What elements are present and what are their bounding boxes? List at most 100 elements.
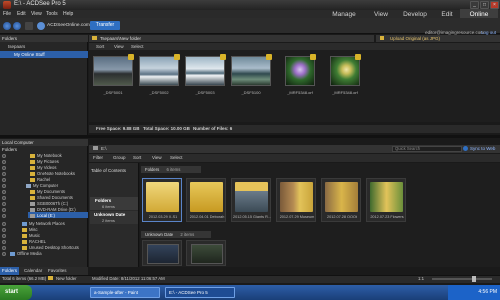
tree-item[interactable]: My Pictures: [30, 159, 59, 164]
tab-calendar[interactable]: Calendar: [24, 268, 42, 273]
folder-item[interactable]: 2012.05.15 Giants R...: [231, 178, 271, 222]
folder-icon: [30, 165, 35, 170]
folder-preview-icon: [280, 182, 313, 212]
tree-checkbox[interactable]: [2, 234, 6, 238]
tree-checkbox[interactable]: [2, 214, 6, 218]
online-select[interactable]: Select: [131, 44, 144, 49]
tree-checkbox[interactable]: [2, 196, 6, 200]
group-header-folders[interactable]: Folders 6 items: [141, 166, 201, 173]
group-count: 2 items: [180, 232, 195, 237]
select-menu[interactable]: Select: [170, 155, 183, 160]
tab-folders[interactable]: Folders: [0, 267, 20, 275]
photo-thumbnail[interactable]: [93, 56, 133, 86]
group-menu[interactable]: Group: [113, 155, 126, 160]
file-item[interactable]: [186, 240, 226, 266]
folder-item[interactable]: 2012.04.01 Deborah: [186, 178, 226, 222]
folder-item[interactable]: 2012.07.29 Museum: [276, 178, 316, 222]
tree-item[interactable]: My Documents: [30, 189, 65, 194]
tree-item-label: My Network Places: [29, 221, 65, 226]
menu-help[interactable]: Help: [63, 11, 73, 17]
close-button[interactable]: ×: [490, 1, 499, 9]
zoom-slider-handle[interactable]: [472, 276, 476, 282]
home-icon[interactable]: [25, 22, 33, 30]
online-view[interactable]: View: [114, 44, 124, 49]
tab-favorites[interactable]: Favorites: [48, 268, 67, 273]
taskbar-paint[interactable]: a-Sample-after - Paint: [90, 287, 160, 298]
photo-thumbnail[interactable]: [285, 56, 315, 86]
folder-icon: [190, 182, 223, 212]
tree-checkbox[interactable]: [2, 208, 6, 212]
sync-to-web-link[interactable]: Sync to Web: [470, 146, 495, 151]
tree-item[interactable]: RACHEL: [22, 239, 46, 244]
site-link[interactable]: ACDSeeOnline.com: [47, 23, 90, 28]
group-label: Unknown Date: [145, 232, 174, 237]
drive-icon: [30, 213, 35, 218]
view-menu[interactable]: View: [152, 155, 162, 160]
sort-menu[interactable]: Sort: [133, 155, 141, 160]
tree-checkbox[interactable]: [2, 190, 6, 194]
zoom-slider[interactable]: [432, 278, 492, 280]
drive-icon: [30, 201, 35, 206]
tree-checkbox[interactable]: [2, 172, 6, 176]
menu-file[interactable]: File: [3, 11, 11, 17]
menu-edit[interactable]: Edit: [17, 11, 26, 17]
tree-checkbox[interactable]: [2, 184, 6, 188]
tree-item[interactable]: Unused Desktop Shortcuts: [22, 245, 79, 250]
menu-tools[interactable]: Tools: [46, 11, 58, 17]
tree-item[interactable]: Music: [22, 233, 40, 238]
tree-checkbox[interactable]: [2, 202, 6, 206]
local-computer-header[interactable]: Local Computer: [0, 139, 88, 146]
forward-icon[interactable]: [13, 22, 21, 30]
tree-checkbox[interactable]: [2, 154, 6, 158]
photo-thumbnail[interactable]: [139, 56, 179, 86]
file-item[interactable]: [142, 240, 182, 266]
tree-item[interactable]: Misc: [22, 227, 38, 232]
menu-view[interactable]: View: [31, 11, 42, 17]
uploaded-badge-icon: [355, 54, 361, 60]
filter-menu[interactable]: Filter: [93, 155, 103, 160]
tree-item[interactable]: Shared Documents: [30, 195, 73, 200]
tree-item[interactable]: My Notebook: [30, 153, 62, 158]
folder-caption: 2012.07.28 OOOt: [327, 215, 357, 219]
start-button[interactable]: start: [0, 285, 32, 300]
status-total: Total 6 items (66.2 MB): [2, 276, 47, 281]
pane-divider[interactable]: [0, 135, 500, 138]
photo-caption: _DSF5002: [149, 90, 169, 95]
taskbar-acdsee[interactable]: E:\ - ACDSee Pro 5: [165, 287, 235, 298]
transfer-tab[interactable]: Transfer: [90, 21, 120, 30]
online-root-item[interactable]: tsepaars: [8, 44, 25, 49]
app-icon: [3, 1, 11, 9]
tree-checkbox[interactable]: [2, 178, 6, 182]
folder-item[interactable]: 2012.03.29 X-S1: [142, 178, 182, 222]
tree-item[interactable]: Rachel: [30, 177, 50, 182]
tree-item[interactable]: My Computer: [26, 183, 58, 188]
tree-checkbox[interactable]: [2, 166, 6, 170]
browser-path[interactable]: E:\: [101, 146, 107, 151]
folder-icon: [30, 189, 35, 194]
tree-checkbox[interactable]: [2, 246, 6, 250]
tree-checkbox[interactable]: [2, 222, 6, 226]
minimize-button[interactable]: _: [470, 1, 479, 9]
task-label: a-Sample-after - Paint: [94, 290, 139, 295]
back-icon[interactable]: [3, 22, 11, 30]
photo-thumbnail[interactable]: [231, 56, 271, 86]
online-sort[interactable]: Sort: [96, 44, 104, 49]
maximize-button[interactable]: □: [480, 1, 489, 9]
folders-label: Folders: [2, 147, 18, 152]
tree-item-selected[interactable]: Local (E:): [30, 213, 55, 218]
tree-checkbox[interactable]: [2, 252, 6, 256]
folder-item[interactable]: 2012.07.28 OOOt: [321, 178, 361, 222]
tree-checkbox[interactable]: [2, 240, 6, 244]
tree-item[interactable]: OneNote Notebooks: [30, 171, 75, 176]
tree-checkbox[interactable]: [2, 160, 6, 164]
tree-item[interactable]: My Videos: [30, 165, 56, 170]
group-header-unknown-date[interactable]: Unknown Date 2 items: [141, 231, 211, 238]
photo-thumbnail[interactable]: [330, 56, 360, 86]
tree-checkbox[interactable]: [2, 228, 6, 232]
tree-item-label: Unused Desktop Shortcuts: [29, 245, 79, 250]
folder-item[interactable]: 2012.07.23 Flowers: [366, 178, 406, 222]
tree-item[interactable]: SGB0006Th (C:): [30, 201, 68, 206]
tree-item[interactable]: Offline Media: [10, 251, 42, 256]
tree-item[interactable]: My Network Places: [22, 221, 65, 226]
photo-thumbnail[interactable]: [185, 56, 225, 86]
